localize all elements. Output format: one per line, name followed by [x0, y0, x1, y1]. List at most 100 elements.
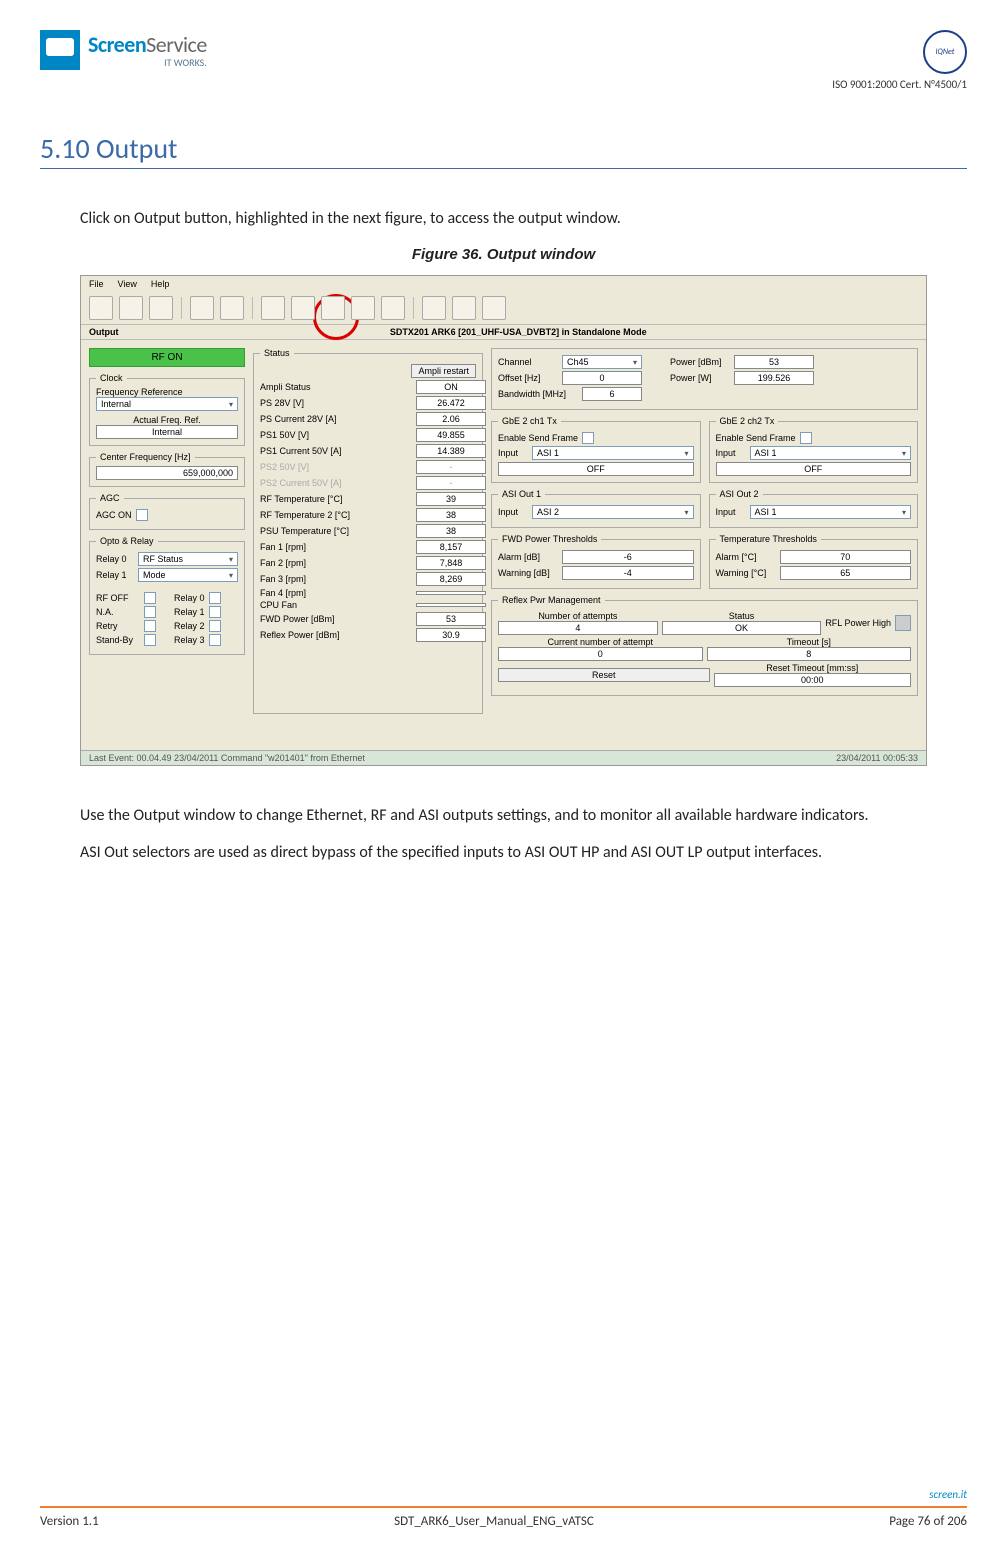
status-row-label: Fan 3 [rpm]	[260, 574, 410, 584]
gbe1-input-value: ASI 1	[537, 448, 559, 458]
refresh-icon[interactable]	[422, 296, 446, 320]
footer-brand: screen.it	[929, 1488, 967, 1501]
status-row-label: RF Temperature 2 [°C]	[260, 510, 410, 520]
statusbar-datetime: 23/04/2011 00:05:33	[836, 753, 918, 763]
asi2-group: ASI Out 2 InputASI 1	[709, 489, 919, 528]
asi2-input-select[interactable]: ASI 1	[750, 505, 912, 519]
gbe2-input-select[interactable]: ASI 1	[750, 446, 912, 460]
footer-version: Version 1.1	[40, 1514, 99, 1529]
reflex-group: Reflex Pwr Management Number of attempts…	[491, 595, 918, 696]
open-icon[interactable]	[149, 296, 173, 320]
bw-label: Bandwidth [MHz]	[498, 389, 578, 399]
relay1-select[interactable]: Mode	[138, 568, 238, 582]
tool-icon[interactable]	[89, 296, 113, 320]
status-row-label: CPU Fan	[260, 600, 410, 610]
reflex-current-value: 0	[498, 647, 703, 661]
temp-alarm-value[interactable]: 70	[780, 550, 912, 564]
gbe1-input-select[interactable]: ASI 1	[532, 446, 694, 460]
menu-help[interactable]: Help	[151, 279, 170, 289]
na-label: N.A.	[96, 607, 140, 617]
status-row-value: 49.855	[416, 428, 486, 442]
status-row-label: Fan 4 [rpm]	[260, 588, 410, 598]
center-freq-legend: Center Frequency [Hz]	[96, 452, 195, 462]
status-row-value: 26.472	[416, 396, 486, 410]
left-column: RF ON Clock Frequency Reference Internal…	[89, 348, 245, 702]
center-freq-input[interactable]: 659,000,000	[96, 466, 238, 480]
asi1-input-select[interactable]: ASI 2	[532, 505, 694, 519]
reset-timeout-value: 00:00	[714, 673, 912, 687]
box-icon[interactable]	[220, 296, 244, 320]
power-dbm-value[interactable]: 53	[734, 355, 814, 369]
channel-value: Ch45	[567, 357, 589, 367]
actual-freq-value: Internal	[96, 425, 238, 439]
relay2-led	[209, 620, 221, 632]
status-row-label: PS1 Current 50V [A]	[260, 446, 410, 456]
notes-icon[interactable]	[482, 296, 506, 320]
app-window: File View Help Output SDTX201 ARK6 [201_…	[80, 275, 927, 766]
bw-value: 6	[582, 387, 642, 401]
temp-warn-value[interactable]: 65	[780, 566, 912, 580]
toolbar-separator	[413, 297, 414, 319]
fwd-alarm-value[interactable]: -6	[562, 550, 694, 564]
relay3-label: Relay 3	[174, 635, 205, 645]
status-row-value: 14.389	[416, 444, 486, 458]
eth-icon[interactable]	[321, 296, 345, 320]
reflex-timeout-value[interactable]: 8	[707, 647, 912, 661]
status-group: Status Ampli restart Ampli StatusONPS 28…	[253, 348, 483, 714]
agc-group: AGC AGC ON	[89, 493, 245, 530]
status-row-value: 8,269	[416, 572, 486, 586]
logo-screen: Screen	[88, 31, 146, 58]
intro-text: Click on Output button, highlighted in t…	[80, 209, 967, 228]
menu-view[interactable]: View	[118, 279, 137, 289]
loop-icon[interactable]	[381, 296, 405, 320]
status-row-label: FWD Power [dBm]	[260, 614, 410, 624]
gbe1-enable-checkbox[interactable]	[582, 432, 594, 444]
output-icon[interactable]	[351, 296, 375, 320]
gbe2-input-value: ASI 1	[755, 448, 777, 458]
iqnet-badge-icon	[923, 30, 967, 74]
relay3-led	[209, 634, 221, 646]
fwd-warn-label: Warning [dB]	[498, 568, 558, 578]
status-row-label: PS Current 28V [A]	[260, 414, 410, 424]
menu-file[interactable]: File	[89, 279, 104, 289]
agc-legend: AGC	[96, 493, 124, 503]
logo-service: Service	[146, 31, 207, 58]
dvbt2-icon[interactable]	[261, 296, 285, 320]
save-icon[interactable]	[119, 296, 143, 320]
relay2-label: Relay 2	[174, 621, 205, 631]
channel-select[interactable]: Ch45	[562, 355, 642, 369]
reset-timeout-label: Reset Timeout [mm:ss]	[714, 663, 912, 673]
gbe2-enable-checkbox[interactable]	[800, 432, 812, 444]
status-legend: Status	[260, 348, 294, 358]
status-row-value	[416, 591, 486, 595]
fwd-warn-value[interactable]: -4	[562, 566, 694, 580]
status-row-label: Reflex Power [dBm]	[260, 630, 410, 640]
asi1-legend: ASI Out 1	[498, 489, 545, 499]
asi1-group: ASI Out 1 InputASI 2	[491, 489, 701, 528]
offset-value[interactable]: 0	[562, 371, 642, 385]
opto-legend: Opto & Relay	[96, 536, 158, 546]
relay0b-label: Relay 0	[174, 593, 205, 603]
clock-legend: Clock	[96, 373, 127, 383]
power-w-value: 199.526	[734, 371, 814, 385]
home-icon[interactable]	[190, 296, 214, 320]
agc-on-checkbox[interactable]	[136, 509, 148, 521]
reflex-current-label: Current number of attempt	[498, 637, 703, 647]
gbe2-off: OFF	[716, 462, 912, 476]
app-statusbar: Last Event: 00.04.49 23/04/2011 Command …	[81, 750, 926, 765]
relay1-value: Mode	[143, 570, 166, 580]
status-row-value: 38	[416, 508, 486, 522]
ampli-restart-button[interactable]: Ampli restart	[411, 364, 476, 378]
reset-button[interactable]: Reset	[498, 668, 710, 682]
freq-ref-select[interactable]: Internal	[96, 397, 238, 411]
temp-warn-label: Warning [°C]	[716, 568, 776, 578]
delete-icon[interactable]	[452, 296, 476, 320]
toolbar	[81, 292, 926, 325]
cert-area: ISO 9001:2000 Cert. N°4500/1	[832, 30, 967, 91]
asi-icon[interactable]	[291, 296, 315, 320]
gbe1-enable-label: Enable Send Frame	[498, 433, 578, 443]
reflex-legend: Reflex Pwr Management	[498, 595, 605, 605]
relay0-select[interactable]: RF Status	[138, 552, 238, 566]
reflex-attempts-value[interactable]: 4	[498, 621, 658, 635]
rfl-high-led	[895, 615, 911, 631]
